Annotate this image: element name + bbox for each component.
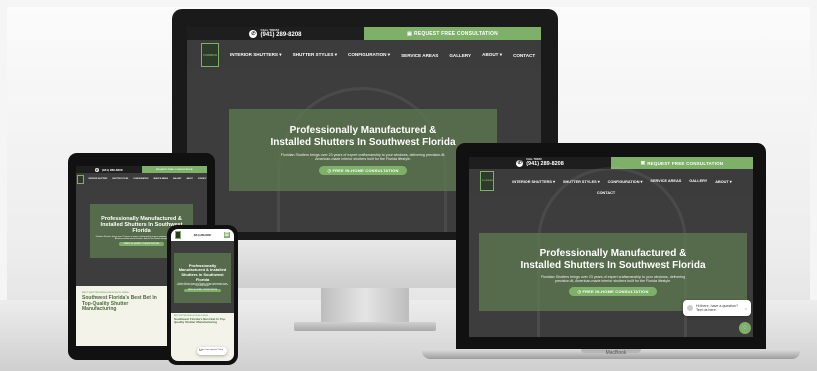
phone-icon: ✆ — [249, 29, 258, 38]
chat-bubble-icon: ◌ — [743, 325, 747, 331]
nav-item-contact[interactable]: CONTACT — [513, 53, 535, 58]
hero-cta-button[interactable]: FREE IN-HOME CONSULTATION — [118, 242, 165, 247]
nav-item-gallery[interactable]: GALLERY — [173, 178, 182, 180]
hero-title: Professionally Manufactured & Installed S… — [520, 248, 706, 271]
imac-stand — [321, 288, 409, 324]
chat-open-button[interactable]: ◌ — [739, 322, 751, 334]
nav-item-configuration[interactable]: CONFIGURATION — [133, 178, 148, 180]
nav-item-interior-shutters[interactable]: INTERIOR SHUTTERS ▾ — [230, 52, 282, 58]
phone-header: (941) 289-8208 ☰ — [171, 229, 234, 241]
section-title: Southwest Florida's Best Bet In Top-Qual… — [174, 317, 226, 325]
hero-title: Professionally Manufactured & Installed S… — [270, 125, 456, 148]
nav-item-about[interactable]: ABOUT ▾ — [715, 179, 731, 184]
hero-subtitle: Floridian Shutters brings over 23 years … — [540, 275, 686, 283]
site-logo[interactable] — [76, 174, 84, 184]
close-icon[interactable]: × — [745, 306, 747, 311]
site-logo[interactable]: FLORIDIAN — [480, 171, 495, 191]
hero-cta-button[interactable]: ◷ FREE IN-HOME CONSULTATION — [319, 166, 407, 175]
phone-number[interactable]: (941) 289-8208 — [526, 161, 564, 168]
phone-icon: ✆ — [94, 167, 99, 172]
request-consultation-button[interactable]: ▣ REQUEST FREE CONSULTATION — [611, 157, 753, 169]
hero-cta-button[interactable]: FREE IN-HOME CONSULTATION — [183, 289, 222, 293]
nav-item-gallery[interactable]: GALLERY — [689, 179, 707, 183]
main-nav: INTERIOR SHUTTERS SHUTTER STYLES CONFIGU… — [76, 173, 207, 185]
macbook-label: MacBook — [605, 350, 627, 356]
chat-popup[interactable]: Hi there, have a question? Text us here.… — [683, 300, 751, 316]
macbook-screen: ✆ CALL TODAY (941) 289-8208 ▣ REQUEST FR… — [469, 157, 753, 337]
menu-icon[interactable]: ☰ — [223, 232, 230, 238]
call-block[interactable]: ✆ CALL TODAY (941) 289-8208 — [469, 157, 611, 169]
main-nav: FLORIDIAN INTERIOR SHUTTERS ▾ SHUTTER ST… — [187, 40, 541, 70]
chat-avatar-icon — [687, 305, 693, 311]
chat-popup[interactable]: Hi there, have a question? Text us here. — [197, 347, 227, 355]
call-block[interactable]: ✆ (941) 289-8208 — [76, 166, 142, 173]
phone-number[interactable]: (941) 289-8208 — [194, 234, 211, 237]
site-logo[interactable]: FLORIDIAN — [201, 43, 219, 67]
hero-panel: Professionally Manufactured & Installed … — [174, 253, 231, 303]
hero-cta-button[interactable]: ◷ FREE IN-HOME CONSULTATION — [569, 287, 657, 296]
nav-item-configuration[interactable]: CONFIGURATION ▾ — [348, 52, 390, 58]
top-bar: ✆ (941) 289-8208 REQUEST FREE CONSULTATI… — [76, 166, 207, 173]
section-title: Southwest Florida's Best Bet In Top-Qual… — [82, 295, 157, 312]
site-logo[interactable] — [175, 231, 181, 239]
nav-item-about[interactable]: ABOUT — [186, 178, 192, 180]
nav-item-shutter-styles[interactable]: SHUTTER STYLES — [112, 178, 128, 180]
hero-title: Professionally Manufactured & Installed … — [178, 262, 227, 282]
phone-icon: ✆ — [516, 159, 524, 167]
nav-item-interior-shutters[interactable]: INTERIOR SHUTTERS — [89, 178, 108, 180]
top-bar: ✆ CALL TODAY (941) 289-8208 ▣ REQUEST FR… — [187, 27, 541, 40]
nav-item-contact[interactable]: CONTACT — [198, 178, 207, 180]
nav-item-about[interactable]: ABOUT ▾ — [482, 52, 502, 58]
nav-item-interior-shutters[interactable]: INTERIOR SHUTTERS ▾ — [512, 179, 555, 184]
hero-subtitle: Floridian Shutters brings over 23 years … — [280, 153, 446, 161]
calendar-icon: ▣ — [407, 30, 413, 37]
request-consultation-button[interactable]: ▣ REQUEST FREE CONSULTATION — [364, 27, 541, 40]
nav-item-service-areas[interactable]: SERVICE AREAS — [401, 53, 438, 58]
nav-item-service-areas[interactable]: SERVICE AREAS — [153, 178, 168, 180]
request-consultation-button[interactable]: REQUEST FREE CONSULTATION — [141, 166, 207, 173]
nav-item-gallery[interactable]: GALLERY — [449, 53, 471, 58]
phone-number[interactable]: (941) 289-8208 — [260, 32, 301, 38]
hero-subtitle: Floridian Shutters brings over 23 years … — [176, 284, 229, 288]
call-block[interactable]: ✆ CALL TODAY (941) 289-8208 — [187, 27, 364, 40]
phone-screen: (941) 289-8208 ☰ Professionally Manufact… — [171, 229, 234, 361]
nav-item-shutter-styles[interactable]: SHUTTER STYLES ▾ — [293, 52, 337, 58]
imac-base — [294, 322, 436, 331]
calendar-icon: ▣ — [640, 160, 646, 165]
